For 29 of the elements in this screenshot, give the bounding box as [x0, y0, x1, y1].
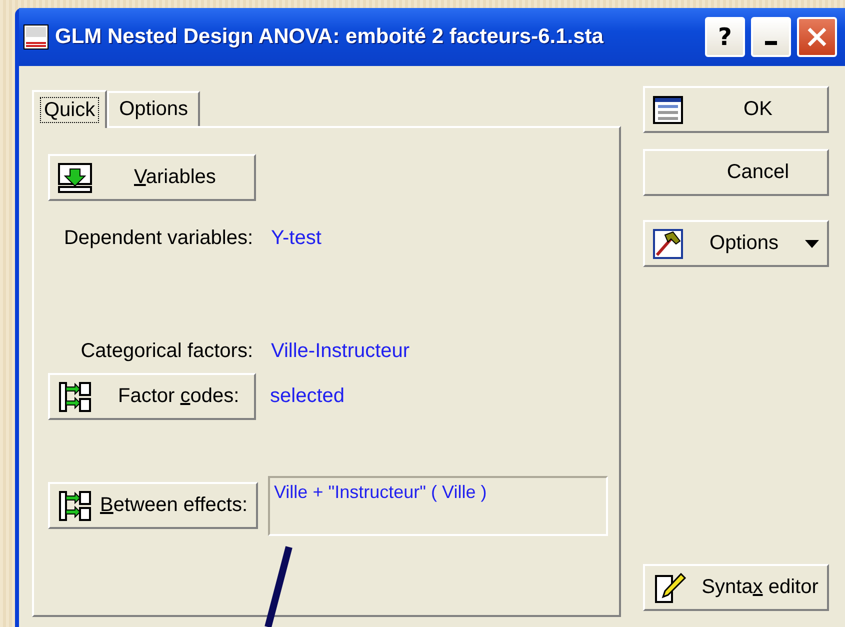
table-icon: [653, 96, 683, 124]
arrows-icon: [58, 380, 92, 412]
factor-codes-button[interactable]: Factor codes:: [48, 373, 256, 420]
between-effects-button[interactable]: Between effects:: [48, 482, 258, 529]
download-icon: [58, 162, 92, 192]
tab[interactable]: Options: [107, 91, 200, 126]
close-icon: [805, 25, 829, 49]
field-value: Y-test: [271, 227, 322, 250]
field-value: selected: [270, 385, 344, 408]
field-label: Categorical factors:: [80, 340, 253, 363]
arrows-icon: [58, 490, 92, 522]
minimize-icon: [765, 41, 777, 45]
cancel-button[interactable]: Cancel: [643, 149, 829, 196]
options-button[interactable]: Options: [643, 220, 829, 267]
pencil-icon: [653, 570, 687, 604]
ok-button[interactable]: OK: [643, 86, 829, 133]
field-value: Ville-Instructeur: [271, 340, 410, 363]
app-icon: [23, 24, 49, 50]
variables-button[interactable]: Variables: [48, 154, 256, 201]
help-button[interactable]: ?: [705, 17, 745, 57]
hammer-icon: [653, 228, 683, 258]
window-title: GLM Nested Design ANOVA: emboité 2 facteurs-6.1.sta: [55, 25, 604, 49]
effects-box: Ville + "Instructeur" ( Ville ): [268, 476, 608, 536]
close-button[interactable]: [797, 17, 837, 57]
field-label: Dependent variables:: [62, 227, 253, 250]
syntax-editor-button[interactable]: Syntax editor: [643, 564, 829, 611]
caret-icon: [805, 240, 819, 248]
minimize-button[interactable]: [751, 17, 791, 57]
tab[interactable]: Quick: [32, 90, 108, 128]
